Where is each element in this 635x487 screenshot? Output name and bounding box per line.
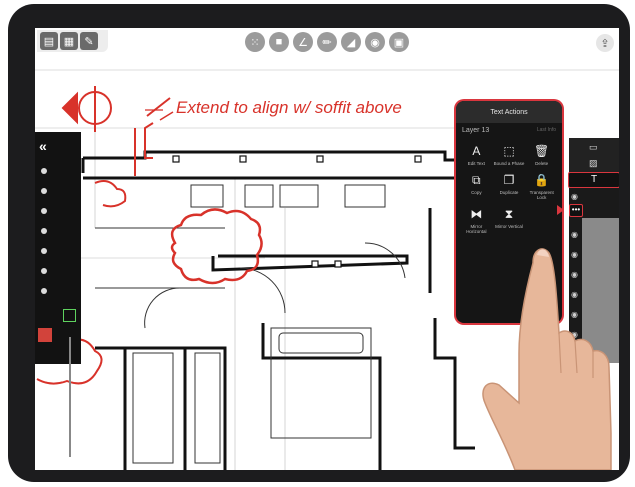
layer-visibility-dot <box>41 208 47 214</box>
layer-row[interactable] <box>38 284 76 298</box>
layer-row[interactable] <box>38 204 76 218</box>
copy-action[interactable]: ⧉ Copy <box>460 172 493 200</box>
more-options-button[interactable]: ••• <box>569 204 583 217</box>
grid-dots-icon[interactable]: ⁙ <box>245 32 265 52</box>
wrench-icon[interactable]: ✎ <box>80 32 98 50</box>
square-icon[interactable]: ■ <box>269 32 289 52</box>
text-edit-icon: A <box>472 144 481 158</box>
opacity-slider[interactable] <box>69 337 71 457</box>
bound-phase-action[interactable]: ⬚ Bound a Phase <box>493 143 526 166</box>
mirror-vertical-icon: ⧗ <box>504 206 514 221</box>
markup-annotation[interactable]: Extend to align w/ soffit above <box>176 98 402 118</box>
duplicate-action[interactable]: ❐ Duplicate <box>493 172 526 200</box>
eye-icon[interactable]: ◉ <box>571 192 578 201</box>
mirror-horizontal-icon: ⧓ <box>470 207 483 221</box>
ruler-icon[interactable]: ◢ <box>341 32 361 52</box>
layer-row[interactable] <box>38 244 76 258</box>
popup-layer-row: Layer 13 Last Info <box>456 123 562 137</box>
color-swatch[interactable] <box>38 328 52 342</box>
popup-title: Text Actions <box>456 101 562 123</box>
share-icon[interactable]: ⇪ <box>596 34 614 52</box>
top-center-toolbar: ⁙ ■ ∠ ✏ ◢ ◉ ▣ <box>245 32 409 54</box>
selection-arrow-icon <box>557 205 564 215</box>
delete-action[interactable]: 🗑 Delete <box>525 143 558 166</box>
text-tool-button[interactable]: T <box>568 172 619 188</box>
tablet-frame: ▤ ▦ ✎ ⁙ ■ ∠ ✏ ◢ ◉ ▣ ⇪ Extend to align w/… <box>8 4 630 482</box>
copy-icon: ⧉ <box>472 172 481 187</box>
angle-icon[interactable]: ∠ <box>293 32 313 52</box>
lock-icon: 🔒 <box>534 173 550 187</box>
layer-name: Layer 13 <box>462 126 490 134</box>
left-layer-panel: « <box>35 132 81 457</box>
layer-visibility-dot <box>41 168 47 174</box>
layer-visibility-dot <box>41 268 47 274</box>
layer-visibility-dot <box>41 248 47 254</box>
grid-icon[interactable]: ▦ <box>60 32 78 50</box>
mirror-vertical-action[interactable]: ⧗ Mirror Vertical <box>493 206 526 234</box>
image-icon[interactable]: ▨ <box>589 158 598 169</box>
right-panel-header: ▭ ▨ <box>569 138 619 174</box>
layer-visibility-dot <box>41 228 47 234</box>
trash-icon: 🗑 <box>534 144 550 158</box>
layers-icon[interactable]: ▤ <box>40 32 58 50</box>
mirror-horizontal-action[interactable]: ⧓ Mirror Horizontal <box>460 206 493 234</box>
layer-row[interactable] <box>38 224 76 238</box>
layer-row[interactable] <box>38 184 76 198</box>
hand-image <box>482 248 612 470</box>
pencil-icon[interactable]: ✏ <box>317 32 337 52</box>
collapse-panel-icon[interactable]: « <box>39 138 47 154</box>
layer-visibility-dot <box>41 188 47 194</box>
bound-icon: ⬚ <box>503 144 515 158</box>
selected-layer-indicator[interactable] <box>63 309 76 322</box>
top-left-toolbar: ▤ ▦ ✎ <box>37 30 108 52</box>
layer-info[interactable]: Last Info <box>537 127 556 133</box>
layer-row[interactable] <box>38 164 76 178</box>
record-icon[interactable]: ◉ <box>365 32 385 52</box>
frame-icon[interactable]: ▣ <box>389 32 409 52</box>
file-icon[interactable]: ▭ <box>589 142 598 153</box>
layer-visibility-dot <box>41 288 47 294</box>
duplicate-icon: ❐ <box>503 173 515 187</box>
edit-text-action[interactable]: A Edit Text <box>460 143 493 166</box>
transparent-lock-action[interactable]: 🔒 Transparent Lock <box>525 172 558 200</box>
actions-grid: A Edit Text ⬚ Bound a Phase 🗑 Delete ⧉ C… <box>456 137 562 240</box>
layer-row[interactable] <box>38 264 76 278</box>
drawing-canvas[interactable]: ▤ ▦ ✎ ⁙ ■ ∠ ✏ ◢ ◉ ▣ ⇪ Extend to align w/… <box>35 28 619 470</box>
